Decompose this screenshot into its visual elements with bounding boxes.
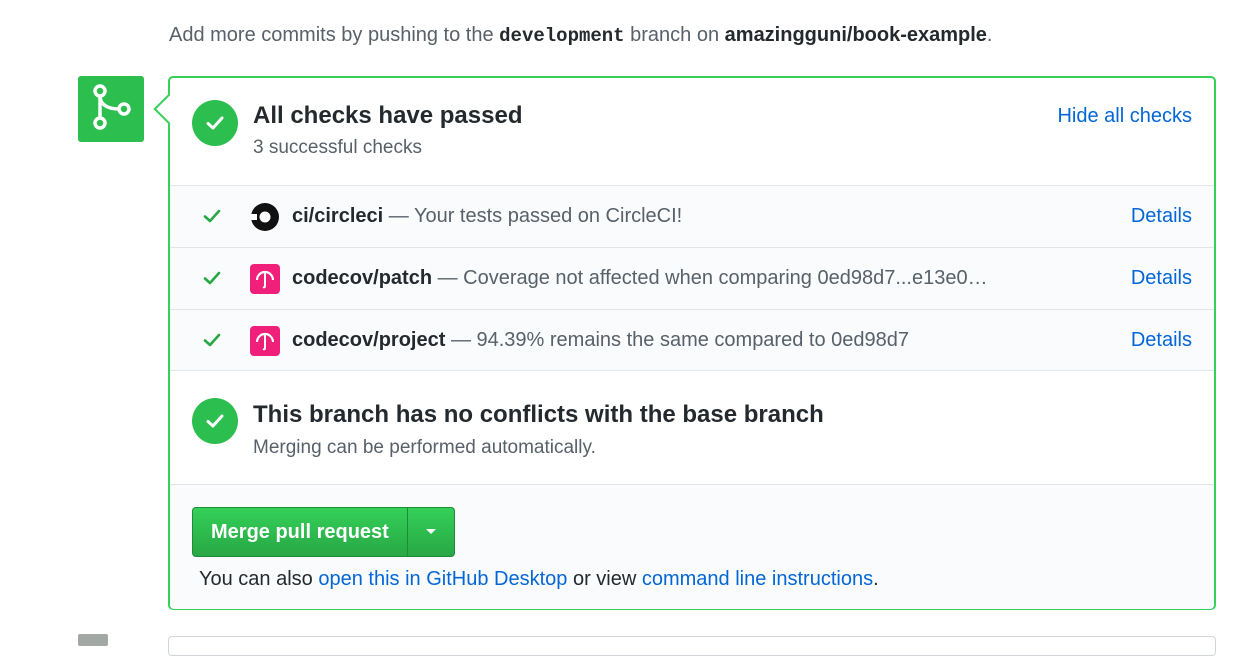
checks-passed-icon [192,100,238,146]
merge-pull-request-button[interactable]: Merge pull request [193,508,408,556]
panel-pointer [153,93,185,125]
no-conflicts-icon [192,398,238,444]
merge-options-dropdown[interactable] [408,508,454,556]
check-mark-icon [203,271,221,285]
details-link[interactable]: Details [1131,267,1192,290]
codecov-logo-icon [250,264,280,294]
checks-subtitle: 3 successful checks [253,137,422,158]
also-middle: or view [567,568,642,590]
comment-box-edge [168,636,1216,656]
avatar [78,634,108,646]
git-merge-badge [78,76,144,142]
alternate-merge-options: You can also open this in GitHub Desktop… [199,568,879,591]
conflicts-subtitle: Merging can be performed automatically. [253,437,596,458]
also-prefix: You can also [199,568,319,590]
circleci-logo-icon [250,203,279,231]
also-suffix: . [873,568,879,590]
checks-list: ci/circleci — Your tests passed on Circl… [170,185,1214,371]
repo-name: amazingguni/book-example [724,24,987,46]
check-name: codecov/patch [292,267,433,289]
hide-all-checks-link[interactable]: Hide all checks [1057,105,1192,128]
git-merge-icon [93,84,131,130]
check-label: codecov/patch — Coverage not affected wh… [292,267,988,290]
check-label: ci/circleci — Your tests passed on Circl… [292,205,682,228]
caret-down-icon [425,529,436,534]
check-row-circleci: ci/circleci — Your tests passed on Circl… [170,185,1214,247]
check-description: — Coverage not affected when comparing 0… [432,267,988,289]
branch-name: development [499,25,625,47]
check-description: — Your tests passed on CircleCI! [383,205,683,227]
details-link[interactable]: Details [1131,205,1192,228]
open-github-desktop-link[interactable]: open this in GitHub Desktop [318,568,567,590]
push-instructions-suffix: . [986,24,993,46]
check-label: codecov/project — 94.39% remains the sam… [292,329,909,352]
details-link[interactable]: Details [1131,329,1192,352]
check-row-codecov-patch: codecov/patch — Coverage not affected wh… [170,247,1214,309]
merge-status-panel: All checks have passed 3 successful chec… [153,76,1216,610]
merge-actions: Merge pull request You can also open thi… [170,484,1214,609]
check-mark-icon [203,333,221,347]
push-instructions-prefix: Add more commits by pushing to the [169,24,500,46]
check-name: ci/circleci [292,205,384,227]
push-instructions-middle: branch on [624,24,725,46]
check-row-codecov-project: codecov/project — 94.39% remains the sam… [170,309,1214,371]
merge-button-group: Merge pull request [192,507,455,557]
checks-title: All checks have passed [253,102,523,129]
conflicts-title: This branch has no conflicts with the ba… [253,401,824,428]
check-description: — 94.39% remains the same compared to 0e… [445,329,909,351]
command-line-instructions-link[interactable]: command line instructions [642,568,873,590]
check-name: codecov/project [292,329,446,351]
codecov-logo-icon [250,326,280,356]
push-instructions: Add more commits by pushing to the devel… [169,24,992,47]
check-mark-icon [203,209,221,223]
